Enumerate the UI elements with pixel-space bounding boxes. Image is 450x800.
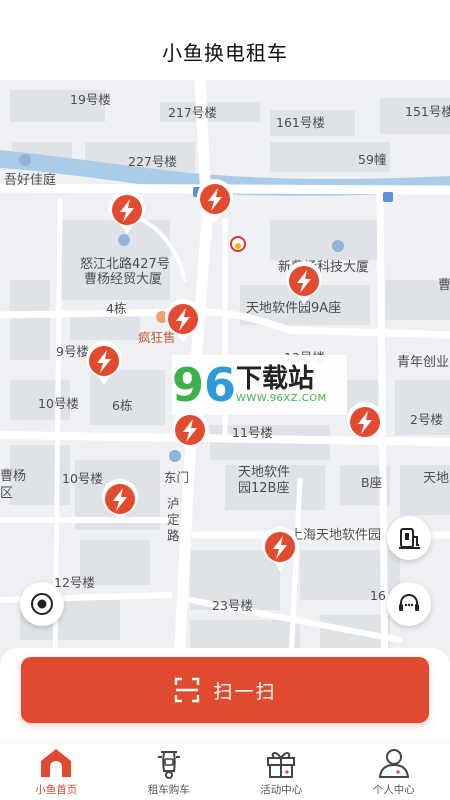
scan-button[interactable]: 扫一扫 (21, 657, 429, 723)
locate-button[interactable] (20, 582, 64, 626)
watermark-number: 96 (172, 362, 236, 408)
customer-service-button[interactable] (387, 582, 431, 626)
tab-home[interactable]: 小鱼首页 (0, 743, 113, 800)
user-icon (378, 749, 409, 778)
bolt-icon (109, 190, 145, 234)
scooter-icon (157, 751, 180, 779)
map-label: 区 (0, 486, 14, 501)
tab-bar: 小鱼首页 租车购车 活动中心 个人中心 (0, 742, 450, 800)
map-label: 曹杨经贸大厦 (84, 272, 163, 287)
headset-icon (399, 594, 419, 611)
bolt-icon (102, 479, 138, 523)
app-screen: 小鱼换电租车 19号楼 217号楼 161号楼 151号楼 227号楼 59幢 … (0, 0, 450, 800)
map-view[interactable]: 19号楼 217号楼 161号楼 151号楼 227号楼 59幢 吾好佳庭 怒江… (0, 80, 450, 680)
map-label: 曹 (438, 278, 450, 293)
map-label: B座 (361, 475, 383, 490)
bolt-icon (347, 402, 383, 446)
battery-station-icon (399, 528, 420, 549)
charging-station-pin[interactable] (195, 179, 235, 225)
watermark-url: WWW.96XZ.COM (236, 393, 327, 405)
gift-icon (267, 752, 296, 778)
map-label: 10号楼 (62, 471, 103, 486)
map-label: 11号楼 (232, 425, 273, 440)
watermark-text: 下载站 WWW.96XZ.COM (236, 363, 327, 405)
tab-activity[interactable]: 活动中心 (225, 743, 338, 800)
map-label: 定 (167, 512, 180, 527)
charging-station-pin[interactable] (170, 410, 210, 456)
bolt-icon (86, 341, 122, 385)
map-label: 曹杨 (0, 469, 27, 484)
map-label: 青年创业 (397, 355, 450, 370)
tab-label: 活动中心 (260, 784, 303, 796)
map-label: 路 (167, 528, 180, 543)
map-label: 10号楼 (38, 396, 79, 411)
charging-station-pin[interactable] (345, 402, 385, 448)
map-label: 上海天地软件园 (290, 528, 382, 543)
bolt-icon (172, 410, 208, 454)
map-label: 怒江北路427号 (80, 257, 170, 272)
charging-station-pin[interactable] (107, 190, 147, 236)
locate-icon (31, 593, 53, 615)
charging-station-pin[interactable] (163, 299, 203, 345)
station-list-button[interactable] (387, 516, 431, 560)
map-label: 23号楼 (212, 598, 253, 613)
map-label: 16 (370, 588, 386, 603)
tab-rent-buy[interactable]: 租车购车 (113, 743, 226, 800)
map-label: 59幢 (358, 152, 387, 167)
map-label: 151号楼 (405, 104, 450, 119)
page-title: 小鱼换电租车 (162, 41, 288, 65)
scan-icon (175, 677, 200, 703)
map-label: 泸 (167, 496, 180, 511)
bolt-icon (262, 527, 298, 571)
bolt-icon (197, 179, 233, 223)
map-label: 2号楼 (410, 412, 443, 427)
map-label: 吾好佳庭 (4, 173, 57, 188)
bolt-icon (286, 261, 322, 305)
scan-label: 扫一扫 (213, 680, 277, 703)
tab-label: 小鱼首页 (35, 784, 78, 796)
bolt-icon (165, 299, 201, 343)
charging-station-pin[interactable] (260, 527, 300, 573)
tab-label: 租车购车 (147, 784, 190, 796)
map-label: 19号楼 (70, 92, 111, 107)
map-label: 天地 (423, 471, 450, 486)
watermark-title: 下载站 (236, 363, 315, 394)
watermark-digit: 6 (204, 358, 237, 412)
map-label: 12号楼 (54, 575, 95, 590)
watermark: 96 下载站 WWW.96XZ.COM (172, 355, 347, 415)
map-label: 园12B座 (238, 481, 290, 496)
watermark-digit: 9 (172, 358, 205, 412)
map-label: 4栋 (106, 301, 127, 316)
map-label: 161号楼 (276, 115, 325, 130)
title-bar: 小鱼换电租车 (0, 0, 450, 80)
tab-profile[interactable]: 个人中心 (338, 743, 450, 800)
charging-station-pin[interactable] (84, 341, 124, 387)
map-label: 东门 (164, 470, 190, 485)
tab-label: 个人中心 (372, 784, 415, 796)
map-label: 6栋 (112, 398, 133, 413)
charging-station-pin[interactable] (100, 479, 140, 525)
map-label: 天地软件 (238, 465, 291, 480)
map-label: 227号楼 (128, 154, 177, 169)
home-icon (41, 749, 72, 777)
map-label: 217号楼 (168, 105, 217, 120)
charging-station-pin[interactable] (284, 261, 324, 307)
